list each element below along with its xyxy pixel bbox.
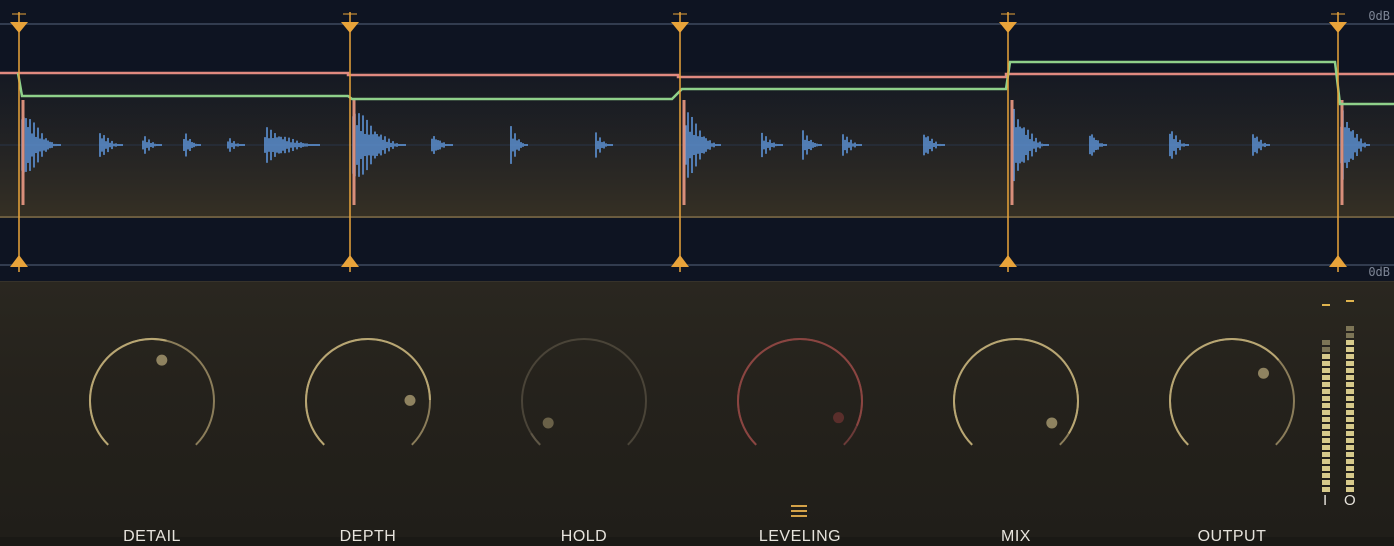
marker-bottom-handle	[671, 255, 689, 267]
detail-knob[interactable]: DETAIL	[87, 336, 217, 545]
hold-knob[interactable]: HOLD	[519, 336, 649, 545]
marker-bottom-handle	[999, 255, 1017, 267]
waveform-canvas[interactable]	[0, 0, 1394, 281]
detail-knob-label: DETAIL	[123, 528, 181, 545]
leveling-knob-label: LEVELING	[758, 528, 842, 545]
waveform-display[interactable]: 0dB 0dB	[0, 0, 1394, 281]
input-meter-label: I	[1323, 492, 1328, 509]
hold-knob-label: HOLD	[560, 528, 608, 545]
knob-track	[737, 338, 863, 446]
marker-top-handle	[1329, 22, 1347, 33]
knob-value-arc	[305, 338, 431, 446]
knob-value-arc	[953, 338, 1079, 446]
knob-indicator	[542, 417, 554, 429]
marker-top-handle	[341, 22, 359, 33]
knob-track	[1169, 338, 1295, 446]
output-knob-dial[interactable]	[1167, 336, 1297, 466]
marker-bottom-handle	[1329, 255, 1347, 267]
mix-knob-dial[interactable]	[951, 336, 1081, 466]
output-knob-label: OUTPUT	[1197, 528, 1267, 545]
bottom-db-label: 0dB	[1368, 265, 1390, 279]
knob-indicator	[1046, 417, 1058, 429]
hold-knob-dial[interactable]	[519, 336, 649, 466]
depth-knob[interactable]: DEPTH	[303, 336, 433, 545]
mix-knob-label: MIX	[1001, 528, 1031, 545]
knob-value-arc	[89, 338, 167, 446]
knob-indicator	[1258, 367, 1270, 379]
depth-knob-label: DEPTH	[339, 528, 397, 545]
marker-bottom-handle	[341, 255, 359, 267]
knob-track	[953, 338, 1079, 446]
control-panel: DETAIL DEPTH HOLD LEVELING MIX OUTPUT I …	[0, 281, 1394, 545]
hamburger-menu-icon[interactable]	[791, 505, 807, 517]
knob-value-arc	[1169, 338, 1280, 446]
knob-track	[89, 338, 215, 446]
marker-bottom-handle	[10, 255, 28, 267]
knob-indicator	[404, 394, 416, 406]
knob-track	[521, 338, 647, 446]
knob-value-arc	[737, 338, 863, 446]
output-level-meter	[1345, 300, 1355, 494]
leveling-knob-dial[interactable]	[735, 336, 865, 466]
input-level-meter	[1321, 304, 1331, 494]
output-knob[interactable]: OUTPUT	[1167, 336, 1297, 545]
leveling-knob[interactable]: LEVELING	[735, 336, 865, 545]
top-db-label: 0dB	[1368, 9, 1390, 23]
output-meter-label: O	[1344, 492, 1356, 509]
knob-track	[305, 338, 431, 446]
depth-knob-dial[interactable]	[303, 336, 433, 466]
knob-indicator	[156, 354, 168, 366]
knob-value-arc	[530, 432, 541, 446]
marker-top-handle	[999, 22, 1017, 33]
detail-knob-dial[interactable]	[87, 336, 217, 466]
mix-knob[interactable]: MIX	[951, 336, 1081, 545]
knob-indicator	[833, 412, 845, 424]
marker-top-handle	[10, 22, 28, 33]
marker-top-handle	[671, 22, 689, 33]
